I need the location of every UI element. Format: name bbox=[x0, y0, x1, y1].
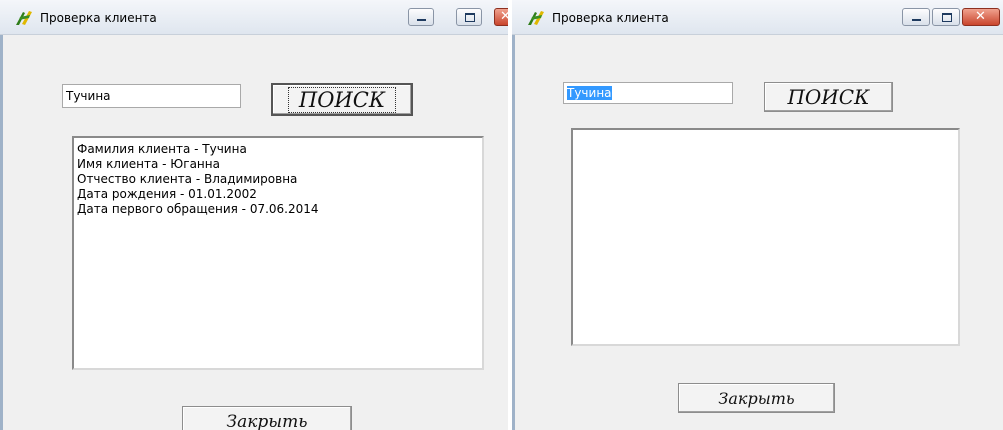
maximize-button[interactable] bbox=[932, 8, 960, 26]
minimize-icon bbox=[912, 19, 921, 21]
minimize-button[interactable] bbox=[902, 8, 930, 26]
right-window: Проверка клиента ✕ Тучина ПОИСК Закрыть bbox=[512, 0, 1003, 430]
close-form-button-label: Закрыть bbox=[718, 388, 795, 408]
close-form-button[interactable]: Закрыть bbox=[678, 383, 835, 413]
search-button[interactable]: ПОИСК bbox=[764, 82, 893, 112]
result-line: Дата первого обращения - 07.06.2014 bbox=[77, 202, 319, 216]
search-input-value: Тучина bbox=[66, 89, 111, 103]
window-left-border bbox=[0, 0, 3, 430]
search-input[interactable]: Тучина bbox=[563, 82, 733, 104]
window-title: Проверка клиента bbox=[40, 11, 157, 25]
results-memo[interactable] bbox=[571, 128, 960, 346]
results-memo[interactable]: Фамилия клиента - Тучина Имя клиента - Ю… bbox=[72, 136, 484, 370]
search-button-label: ПОИСК bbox=[787, 85, 870, 109]
close-form-button[interactable]: Закрыть bbox=[182, 406, 352, 430]
close-icon: ✕ bbox=[975, 9, 986, 24]
right-titlebar[interactable]: Проверка клиента ✕ bbox=[512, 0, 1003, 35]
close-form-button-label: Закрыть bbox=[226, 412, 308, 430]
search-input[interactable]: Тучина bbox=[62, 84, 241, 108]
window-left-border bbox=[512, 0, 515, 430]
minimize-icon bbox=[417, 19, 426, 21]
minimize-button[interactable] bbox=[408, 8, 434, 26]
app-icon bbox=[16, 11, 32, 25]
search-button[interactable]: ПОИСК bbox=[271, 83, 413, 116]
maximize-button[interactable] bbox=[456, 8, 482, 26]
result-line: Имя клиента - Юганна bbox=[77, 157, 220, 171]
result-line: Дата рождения - 01.01.2002 bbox=[77, 187, 257, 201]
maximize-icon bbox=[465, 13, 475, 22]
app-icon bbox=[528, 11, 544, 25]
maximize-icon bbox=[942, 13, 952, 22]
result-line: Отчество клиента - Владимировна bbox=[77, 172, 298, 186]
close-icon: ✕ bbox=[500, 9, 508, 24]
window-title: Проверка клиента bbox=[552, 11, 669, 25]
close-button[interactable]: ✕ bbox=[962, 8, 1000, 26]
result-line: Фамилия клиента - Тучина bbox=[77, 142, 247, 156]
left-titlebar[interactable]: Проверка клиента ✕ bbox=[0, 0, 508, 35]
left-window: Проверка клиента ✕ Тучина ПОИСК Фамилия … bbox=[0, 0, 508, 430]
search-button-label: ПОИСК bbox=[287, 86, 397, 113]
close-button[interactable]: ✕ bbox=[494, 8, 508, 26]
search-input-value: Тучина bbox=[567, 86, 612, 100]
